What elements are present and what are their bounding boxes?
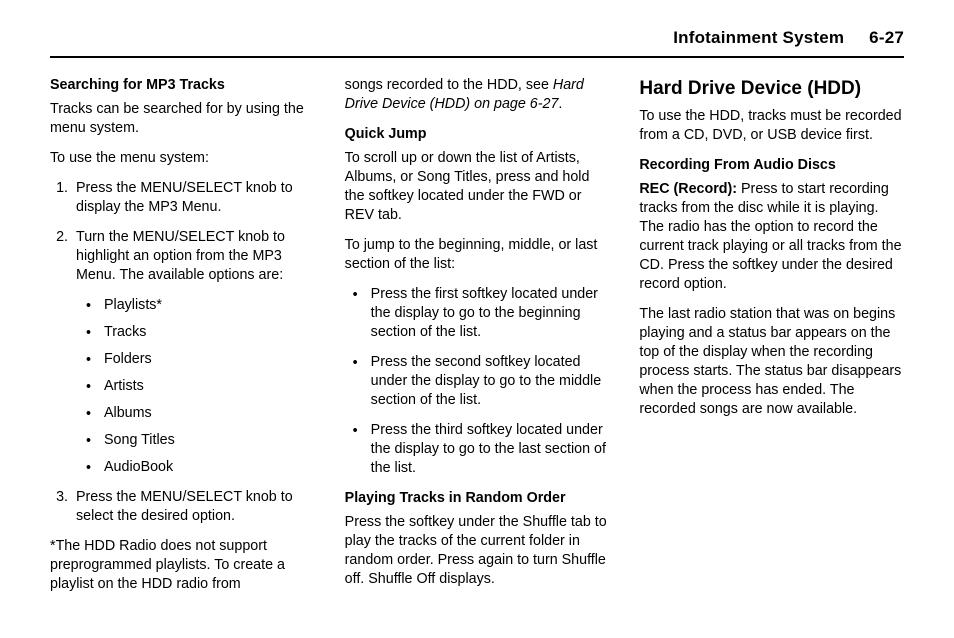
manual-page: Infotainment System 6-27 Searching for M… — [0, 0, 954, 638]
list-item: Press the second softkey located under t… — [363, 353, 610, 410]
heading-searching-mp3: Searching for MP3 Tracks — [50, 76, 315, 95]
list-item: Albums — [104, 404, 315, 423]
column-3: Hard Drive Device (HDD) To use the HDD, … — [639, 76, 904, 605]
list-item: Artists — [104, 377, 315, 396]
heading-quick-jump: Quick Jump — [345, 125, 610, 144]
section-title: Infotainment System — [673, 28, 844, 47]
list-item: Press the first softkey located under th… — [363, 285, 610, 342]
body-text: To scroll up or down the list of Artists… — [345, 149, 610, 225]
list-item: Folders — [104, 350, 315, 369]
heading-hdd: Hard Drive Device (HDD) — [639, 76, 904, 101]
list-item: Turn the MENU/SELECT knob to highlight a… — [72, 228, 315, 477]
page-header: Infotainment System 6-27 — [50, 28, 904, 58]
body-text: Tracks can be searched for by using the … — [50, 100, 315, 138]
list-item: Tracks — [104, 323, 315, 342]
body-text: Press the softkey under the Shuffle tab … — [345, 513, 610, 589]
page-number: 6-27 — [869, 28, 904, 47]
numbered-list: Press the MENU/SELECT knob to display th… — [50, 179, 315, 526]
body-text: The last radio station that was on begin… — [639, 305, 904, 419]
list-item: AudioBook — [104, 458, 315, 477]
body-text: To jump to the beginning, middle, or las… — [345, 236, 610, 274]
content-columns: Searching for MP3 Tracks Tracks can be s… — [50, 76, 904, 605]
column-1: Searching for MP3 Tracks Tracks can be s… — [50, 76, 315, 605]
bullet-list: Playlists* Tracks Folders Artists Albums… — [76, 296, 315, 477]
body-text: REC (Record): Press to start recording t… — [639, 180, 904, 294]
heading-recording: Recording From Audio Discs — [639, 156, 904, 175]
body-text: To use the menu system: — [50, 149, 315, 168]
list-item: Song Titles — [104, 431, 315, 450]
heading-random-order: Playing Tracks in Random Order — [345, 489, 610, 508]
list-item: Press the MENU/SELECT knob to select the… — [72, 488, 315, 526]
footnote-text: *The HDD Radio does not support preprogr… — [50, 537, 315, 594]
body-text: songs recorded to the HDD, see Hard Driv… — [345, 76, 610, 114]
list-item: Press the third softkey located under th… — [363, 421, 610, 478]
run-in-label: REC (Record): — [639, 181, 737, 197]
list-item: Press the MENU/SELECT knob to display th… — [72, 179, 315, 217]
body-text: To use the HDD, tracks must be recorded … — [639, 107, 904, 145]
bullet-list: Press the first softkey located under th… — [345, 285, 610, 478]
column-2: songs recorded to the HDD, see Hard Driv… — [345, 76, 610, 605]
list-item: Playlists* — [104, 296, 315, 315]
